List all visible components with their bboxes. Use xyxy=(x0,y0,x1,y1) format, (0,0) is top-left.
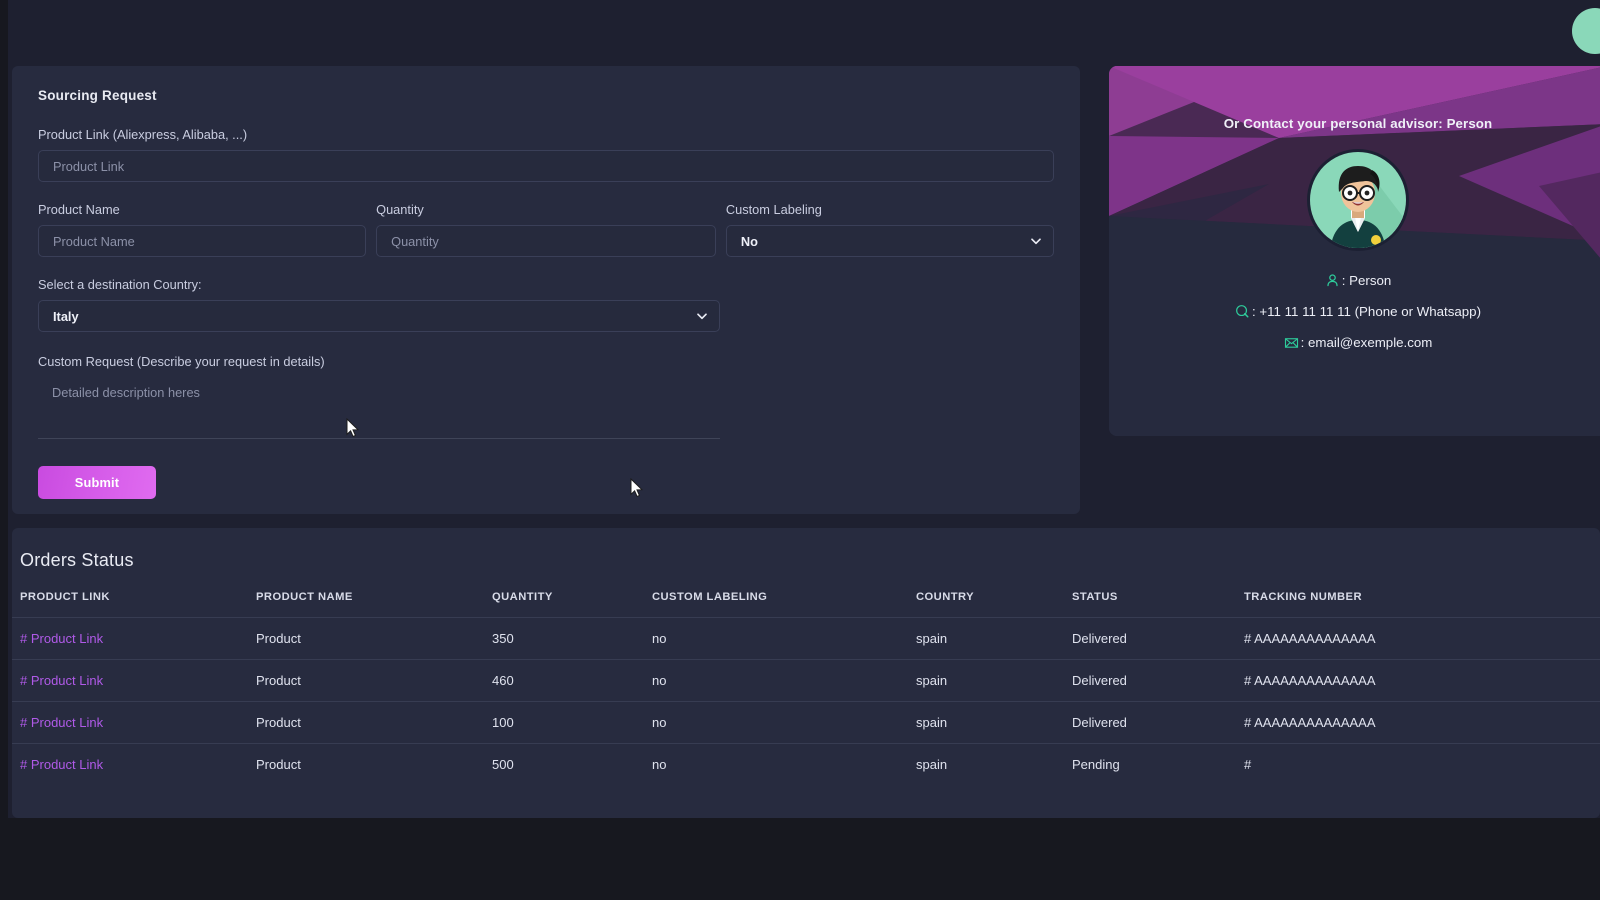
orders-table: PRODUCT LINKPRODUCT NAMEQUANTITYCUSTOM L… xyxy=(12,591,1600,785)
order-custom-labeling: no xyxy=(652,702,916,744)
custom-request-textarea[interactable] xyxy=(38,377,720,439)
app-root: Sourcing Request Product Link (Aliexpres… xyxy=(8,0,1600,818)
order-product-name: Product xyxy=(256,660,492,702)
advisor-phone: : +11 11 11 11 11 (Phone or Whatsapp) xyxy=(1252,304,1481,319)
orders-column-header-4: COUNTRY xyxy=(916,591,1072,618)
order-quantity: 350 xyxy=(492,618,652,660)
advisor-content: Or Contact your personal advisor: Person xyxy=(1109,66,1600,350)
product-link-anchor[interactable]: # Product Link xyxy=(20,631,103,646)
order-country: spain xyxy=(916,744,1072,786)
order-custom-labeling: no xyxy=(652,744,916,786)
orders-table-body: # Product LinkProduct350nospainDelivered… xyxy=(12,618,1600,786)
custom-request-label: Custom Request (Describe your request in… xyxy=(38,354,720,369)
page-title: Sourcing Request xyxy=(38,88,1054,103)
orders-column-header-3: CUSTOM LABELING xyxy=(652,591,916,618)
order-country: spain xyxy=(916,618,1072,660)
orders-header-row: PRODUCT LINKPRODUCT NAMEQUANTITYCUSTOM L… xyxy=(12,591,1600,618)
order-custom-labeling: no xyxy=(652,618,916,660)
order-status: Delivered xyxy=(1072,702,1244,744)
orders-status-card: Orders Status PRODUCT LINKPRODUCT NAMEQU… xyxy=(12,528,1600,818)
orders-column-header-1: PRODUCT NAME xyxy=(256,591,492,618)
chat-bubble-icon xyxy=(1235,304,1250,319)
table-row: # Product Link Product460nospainDelivered… xyxy=(12,660,1600,702)
personal-advisor-card: Or Contact your personal advisor: Person xyxy=(1109,66,1600,436)
quantity-group: Quantity xyxy=(376,202,716,257)
advisor-email-line[interactable]: : email@exemple.com xyxy=(1109,335,1600,350)
order-product-link[interactable]: # Product Link xyxy=(12,660,256,702)
order-product-link[interactable]: # Product Link xyxy=(12,618,256,660)
order-tracking-number: # AAAAAAAAAAAAAA xyxy=(1244,660,1600,702)
advisor-email: : email@exemple.com xyxy=(1301,335,1433,350)
orders-title: Orders Status xyxy=(12,528,1600,571)
avatar xyxy=(1306,148,1410,252)
product-link-anchor[interactable]: # Product Link xyxy=(20,715,103,730)
custom-labeling-label: Custom Labeling xyxy=(726,202,1054,217)
order-quantity: 100 xyxy=(492,702,652,744)
order-product-name: Product xyxy=(256,618,492,660)
table-row: # Product Link Product350nospainDelivered… xyxy=(12,618,1600,660)
mouse-cursor-secondary xyxy=(346,418,359,438)
quantity-input[interactable] xyxy=(376,225,716,257)
submit-button[interactable]: Submit xyxy=(38,466,156,499)
order-tracking-number: # xyxy=(1244,744,1600,786)
table-row: # Product Link Product100nospainDelivered… xyxy=(12,702,1600,744)
order-product-link[interactable]: # Product Link xyxy=(12,702,256,744)
corner-avatar[interactable] xyxy=(1572,8,1600,54)
form-row-details: Product Name Quantity Custom Labeling No… xyxy=(38,202,1054,257)
advisor-name-line: : Person xyxy=(1109,273,1600,288)
table-row: # Product Link Product500nospainPending# xyxy=(12,744,1600,786)
orders-table-head: PRODUCT LINKPRODUCT NAMEQUANTITYCUSTOM L… xyxy=(12,591,1600,618)
orders-column-header-5: STATUS xyxy=(1072,591,1244,618)
order-tracking-number: # AAAAAAAAAAAAAA xyxy=(1244,702,1600,744)
order-quantity: 500 xyxy=(492,744,652,786)
product-link-input[interactable] xyxy=(38,150,1054,182)
product-name-label: Product Name xyxy=(38,202,366,217)
person-icon xyxy=(1325,273,1340,288)
order-status: Delivered xyxy=(1072,660,1244,702)
country-select[interactable]: Italy xyxy=(38,300,720,332)
order-product-name: Product xyxy=(256,702,492,744)
advisor-title: Or Contact your personal advisor: Person xyxy=(1109,116,1600,131)
orders-column-header-2: QUANTITY xyxy=(492,591,652,618)
order-country: spain xyxy=(916,660,1072,702)
order-country: spain xyxy=(916,702,1072,744)
order-product-link[interactable]: # Product Link xyxy=(12,744,256,786)
order-tracking-number: # AAAAAAAAAAAAAA xyxy=(1244,618,1600,660)
country-label: Select a destination Country: xyxy=(38,277,720,292)
order-status: Delivered xyxy=(1072,618,1244,660)
orders-column-header-0: PRODUCT LINK xyxy=(12,591,256,618)
custom-request-group: Custom Request (Describe your request in… xyxy=(38,354,720,444)
advisor-phone-line[interactable]: : +11 11 11 11 11 (Phone or Whatsapp) xyxy=(1109,304,1600,319)
order-quantity: 460 xyxy=(492,660,652,702)
product-name-group: Product Name xyxy=(38,202,366,257)
country-group: Select a destination Country: Italy xyxy=(38,277,720,332)
product-name-input[interactable] xyxy=(38,225,366,257)
order-product-name: Product xyxy=(256,744,492,786)
order-custom-labeling: no xyxy=(652,660,916,702)
custom-labeling-group: Custom Labeling NoYes xyxy=(726,202,1054,257)
product-link-label: Product Link (Aliexpress, Alibaba, ...) xyxy=(38,127,1054,142)
orders-column-header-6: TRACKING NUMBER xyxy=(1244,591,1600,618)
top-section: Sourcing Request Product Link (Aliexpres… xyxy=(8,0,1600,520)
sourcing-request-card: Sourcing Request Product Link (Aliexpres… xyxy=(12,66,1080,514)
mouse-cursor-primary xyxy=(630,478,643,498)
advisor-name: : Person xyxy=(1342,273,1392,288)
product-link-anchor[interactable]: # Product Link xyxy=(20,757,103,772)
quantity-label: Quantity xyxy=(376,202,716,217)
custom-labeling-select[interactable]: NoYes xyxy=(726,225,1054,257)
order-status: Pending xyxy=(1072,744,1244,786)
envelope-icon xyxy=(1284,335,1299,350)
product-link-anchor[interactable]: # Product Link xyxy=(20,673,103,688)
